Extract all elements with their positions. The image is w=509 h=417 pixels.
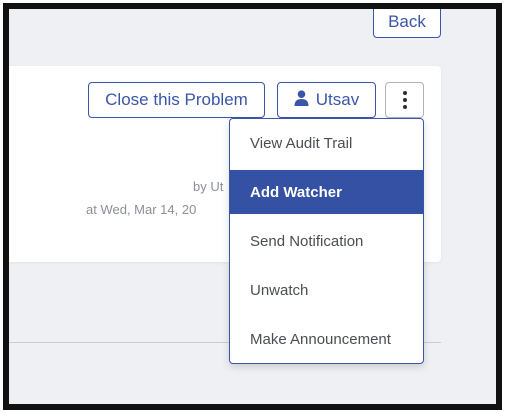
assignee-label: Utsav bbox=[315, 90, 360, 109]
close-problem-button[interactable]: Close this Problem bbox=[88, 82, 265, 118]
screenshot-frame: Back Close this Problem Utsav by Ut at W… bbox=[3, 3, 502, 410]
created-at-text: at Wed, Mar 14, 20 bbox=[86, 202, 197, 217]
assignee-button[interactable]: Utsav bbox=[277, 82, 376, 118]
menu-item-make-announcement[interactable]: Make Announcement bbox=[230, 317, 423, 361]
actions-dropdown-menu: View Audit Trail Add Watcher Send Notifi… bbox=[229, 118, 424, 364]
menu-item-unwatch[interactable]: Unwatch bbox=[230, 268, 423, 312]
menu-item-view-audit-trail[interactable]: View Audit Trail bbox=[230, 121, 423, 165]
back-button[interactable]: Back bbox=[373, 9, 441, 38]
more-options-button[interactable] bbox=[385, 82, 424, 118]
kebab-vertical-icon bbox=[402, 91, 407, 109]
created-by-text: by Ut bbox=[193, 179, 224, 194]
menu-item-send-notification[interactable]: Send Notification bbox=[230, 219, 423, 263]
menu-item-add-watcher[interactable]: Add Watcher bbox=[230, 170, 423, 214]
user-icon bbox=[294, 89, 309, 111]
